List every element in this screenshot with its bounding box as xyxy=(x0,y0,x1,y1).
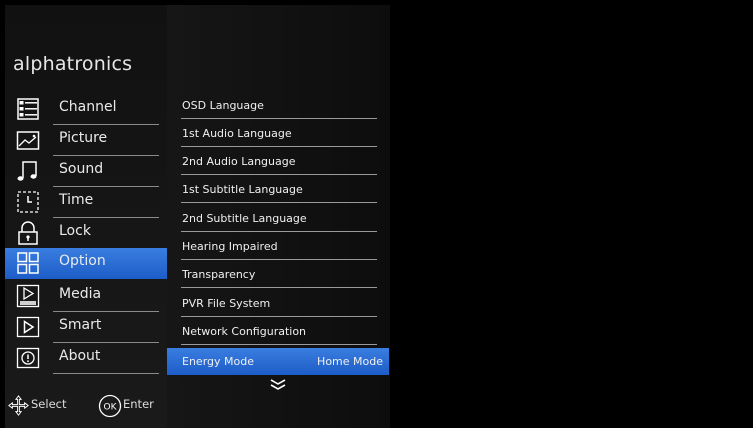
menu-item-sound[interactable]: Sound xyxy=(5,156,167,187)
menu-item-option[interactable]: Option xyxy=(5,248,167,279)
option-energy-mode[interactable]: Energy Mode Home Mode xyxy=(167,348,389,375)
divider xyxy=(181,174,377,175)
divider xyxy=(181,231,377,232)
menu-item-lock[interactable]: Lock xyxy=(5,218,167,249)
divider xyxy=(181,344,377,345)
option-hearing-impaired[interactable]: Hearing Impaired xyxy=(175,233,377,260)
divider xyxy=(181,146,377,147)
key-hints: Select OK Enter xyxy=(8,392,163,422)
enter-hint: Enter xyxy=(123,397,154,411)
option-network-configuration[interactable]: Network Configuration xyxy=(175,318,377,345)
grid-icon xyxy=(17,252,39,274)
divider xyxy=(181,202,377,203)
option-1st-audio-language[interactable]: 1st Audio Language xyxy=(175,120,377,147)
option-label: OSD Language xyxy=(182,99,264,112)
divider xyxy=(181,287,377,288)
menu-item-label: Lock xyxy=(59,223,91,239)
divider xyxy=(181,316,377,317)
menu-item-label: Sound xyxy=(59,161,104,177)
select-hint: Select xyxy=(31,397,67,411)
menu-item-label: About xyxy=(59,348,101,364)
option-1st-subtitle-language[interactable]: 1st Subtitle Language xyxy=(175,176,377,203)
option-osd-language[interactable]: OSD Language xyxy=(175,92,377,119)
option-transparency[interactable]: Transparency xyxy=(175,261,377,288)
option-label: 2nd Subtitle Language xyxy=(182,212,307,225)
move-arrows-icon xyxy=(8,395,29,416)
divider xyxy=(181,118,377,119)
menu-item-label: Channel xyxy=(59,99,117,115)
menu-item-label: Option xyxy=(59,253,106,269)
option-2nd-audio-language[interactable]: 2nd Audio Language xyxy=(175,148,377,175)
media-play-icon xyxy=(16,284,40,308)
menu-item-about[interactable]: About xyxy=(5,343,167,374)
option-label: 1st Audio Language xyxy=(182,127,292,140)
menu-item-media[interactable]: Media xyxy=(5,281,167,312)
menu-item-picture[interactable]: Picture xyxy=(5,125,167,156)
channel-list-icon xyxy=(17,98,39,120)
divider xyxy=(181,259,377,260)
menu-item-label: Smart xyxy=(59,317,102,333)
menu-item-label: Time xyxy=(59,192,94,208)
option-label: 1st Subtitle Language xyxy=(182,183,303,196)
option-label: PVR File System xyxy=(182,297,271,310)
option-label: Network Configuration xyxy=(182,325,307,338)
divider xyxy=(53,373,159,374)
menu-item-label: Picture xyxy=(59,130,108,146)
music-note-icon xyxy=(17,161,37,181)
menu-item-time[interactable]: Time xyxy=(5,187,167,218)
menu-item-smart[interactable]: Smart xyxy=(5,312,167,343)
smart-play-icon xyxy=(16,316,40,338)
menu-item-label: Media xyxy=(59,286,102,302)
brand-logo: alphatronics xyxy=(13,53,133,75)
menu-item-channel[interactable]: Channel xyxy=(5,94,167,125)
option-label: Transparency xyxy=(182,268,256,281)
ok-button-icon: OK xyxy=(98,394,122,418)
clock-icon xyxy=(17,191,39,213)
option-label: 2nd Audio Language xyxy=(182,155,296,168)
lock-icon xyxy=(18,221,38,245)
picture-icon xyxy=(16,131,40,150)
option-label: Energy Mode xyxy=(182,355,254,368)
double-chevron-down-icon[interactable] xyxy=(269,378,287,392)
info-icon xyxy=(16,347,40,369)
option-label: Hearing Impaired xyxy=(182,240,278,253)
ok-icon-text: OK xyxy=(104,403,118,413)
option-pvr-file-system[interactable]: PVR File System xyxy=(175,290,377,317)
energy-mode-value: Home Mode xyxy=(317,355,383,368)
option-2nd-subtitle-language[interactable]: 2nd Subtitle Language xyxy=(175,205,377,232)
